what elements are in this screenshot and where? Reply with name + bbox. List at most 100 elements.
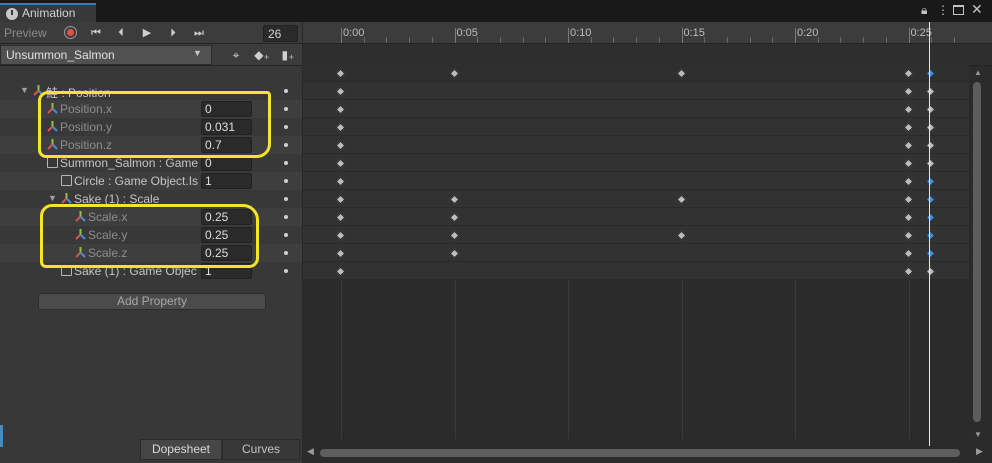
ruler-tick xyxy=(341,28,342,43)
ruler-subtick xyxy=(499,37,501,43)
time-ruler[interactable] xyxy=(303,22,992,44)
ruler-subtick xyxy=(386,37,388,43)
add-keyframe-icon[interactable]: ◆₊ xyxy=(251,45,273,65)
ruler-tick-label: 0:05 xyxy=(456,27,478,39)
property-row[interactable]: Circle : Game Object.Is 1 xyxy=(0,172,302,190)
keyframe-row[interactable] xyxy=(303,100,969,118)
keyframe-row[interactable] xyxy=(303,136,969,154)
cube-icon xyxy=(61,175,72,186)
curves-tab[interactable]: Curves xyxy=(222,439,300,460)
ruler-subtick xyxy=(545,37,547,43)
scroll-left-icon[interactable]: ◀ xyxy=(307,446,314,457)
close-icon[interactable]: ✕ xyxy=(971,1,983,18)
clip-select[interactable]: Unsummon_Salmon xyxy=(0,45,212,65)
ruler-subtick xyxy=(704,37,706,43)
chevron-down-icon[interactable]: ▼ xyxy=(20,85,29,95)
ruler-subtick xyxy=(431,37,433,43)
ruler-subtick xyxy=(726,37,728,43)
keyframe-row[interactable] xyxy=(303,118,969,136)
scroll-up-icon[interactable]: ▲ xyxy=(974,68,982,77)
next-key-icon[interactable]: ⏵ xyxy=(162,25,184,41)
ruler-subtick xyxy=(840,37,842,43)
prev-key-icon[interactable]: ⏴ xyxy=(110,25,132,41)
property-options-icon[interactable] xyxy=(284,215,288,219)
playhead[interactable] xyxy=(929,22,930,447)
ruler-tick-label: 0:10 xyxy=(570,27,592,39)
ruler-subtick xyxy=(953,37,955,43)
first-key-icon[interactable]: ⏮ xyxy=(85,25,107,41)
cube-icon xyxy=(47,157,58,168)
keyframe-row[interactable] xyxy=(303,226,969,244)
scroll-down-icon[interactable]: ▼ xyxy=(974,430,982,439)
keyframe-row[interactable] xyxy=(303,154,969,172)
ruler-tick xyxy=(454,28,456,43)
property-options-icon[interactable] xyxy=(284,125,288,129)
ruler-subtick xyxy=(363,37,365,43)
property-options-icon[interactable] xyxy=(284,107,288,111)
keyframe-row[interactable] xyxy=(303,208,969,226)
filter-keys-icon[interactable]: ⌖ xyxy=(225,45,247,65)
tab-title: Animation xyxy=(22,6,76,20)
ruler-subtick xyxy=(636,37,638,43)
tab-bar xyxy=(0,0,992,22)
chevron-down-icon[interactable]: ▼ xyxy=(48,193,57,203)
dopesheet-tab[interactable]: Dopesheet xyxy=(140,439,222,460)
ruler-tick-label: 0:20 xyxy=(797,27,819,39)
keyframe-row[interactable] xyxy=(303,172,969,190)
property-options-icon[interactable] xyxy=(284,89,288,93)
ruler-subtick xyxy=(522,37,524,43)
add-event-icon[interactable]: ▮₊ xyxy=(277,45,299,65)
scroll-right-icon[interactable]: ▶ xyxy=(976,446,983,457)
maximize-icon[interactable] xyxy=(953,5,964,15)
property-options-icon[interactable] xyxy=(284,143,288,147)
ruler-subtick xyxy=(817,37,819,43)
ruler-tick xyxy=(568,28,569,43)
ruler-subtick xyxy=(863,37,865,43)
ruler-tick-label: 0:15 xyxy=(683,27,705,39)
property-value[interactable]: 1 xyxy=(201,173,252,189)
tab-animation[interactable]: Animation xyxy=(0,3,96,22)
ruler-subtick xyxy=(772,37,774,43)
kebab-menu-icon[interactable]: ⋮ xyxy=(937,3,949,17)
ruler-subtick xyxy=(477,37,479,43)
property-label: Circle : Game Object.Is xyxy=(74,174,199,188)
property-options-icon[interactable] xyxy=(284,179,288,183)
ruler-tick-label: 0:00 xyxy=(343,27,365,39)
keyframe-row[interactable] xyxy=(303,262,969,280)
last-key-icon[interactable]: ⏭ xyxy=(188,25,210,41)
transform-axis-icon xyxy=(61,193,72,204)
property-options-icon[interactable] xyxy=(284,251,288,255)
ruler-subtick xyxy=(590,37,592,43)
lock-icon[interactable]: 🔒︎ xyxy=(921,3,927,18)
events-strip[interactable] xyxy=(303,44,992,66)
property-label: Summon_Salmon : Game xyxy=(60,156,199,170)
summary-row[interactable] xyxy=(303,64,969,82)
keyframe-row[interactable] xyxy=(303,190,969,208)
ruler-subtick xyxy=(931,37,933,43)
vertical-scroll-thumb[interactable] xyxy=(973,82,981,422)
highlight-position xyxy=(38,91,271,158)
frame-field[interactable]: 26 xyxy=(263,25,298,42)
panel-accent xyxy=(0,425,3,447)
play-icon[interactable]: ▶ xyxy=(136,25,158,41)
ruler-subtick xyxy=(885,37,887,43)
property-options-icon[interactable] xyxy=(284,269,288,273)
chevron-down-icon: ▼ xyxy=(193,48,202,58)
property-options-icon[interactable] xyxy=(284,197,288,201)
ruler-subtick xyxy=(409,37,411,43)
horizontal-scroll-thumb[interactable] xyxy=(320,449,960,457)
ruler-subtick xyxy=(749,37,751,43)
ruler-subtick xyxy=(613,37,615,43)
keyframe-row[interactable] xyxy=(303,82,969,100)
highlight-scale xyxy=(40,204,259,268)
ruler-tick xyxy=(795,28,796,43)
keyframe-row[interactable] xyxy=(303,244,969,262)
preview-button[interactable]: Preview xyxy=(4,26,47,40)
ruler-subtick xyxy=(658,37,660,43)
record-button[interactable] xyxy=(64,26,77,39)
property-options-icon[interactable] xyxy=(284,161,288,165)
ruler-tick xyxy=(681,28,683,43)
clock-icon xyxy=(6,8,18,20)
property-options-icon[interactable] xyxy=(284,233,288,237)
add-property-button[interactable]: Add Property xyxy=(38,293,266,310)
